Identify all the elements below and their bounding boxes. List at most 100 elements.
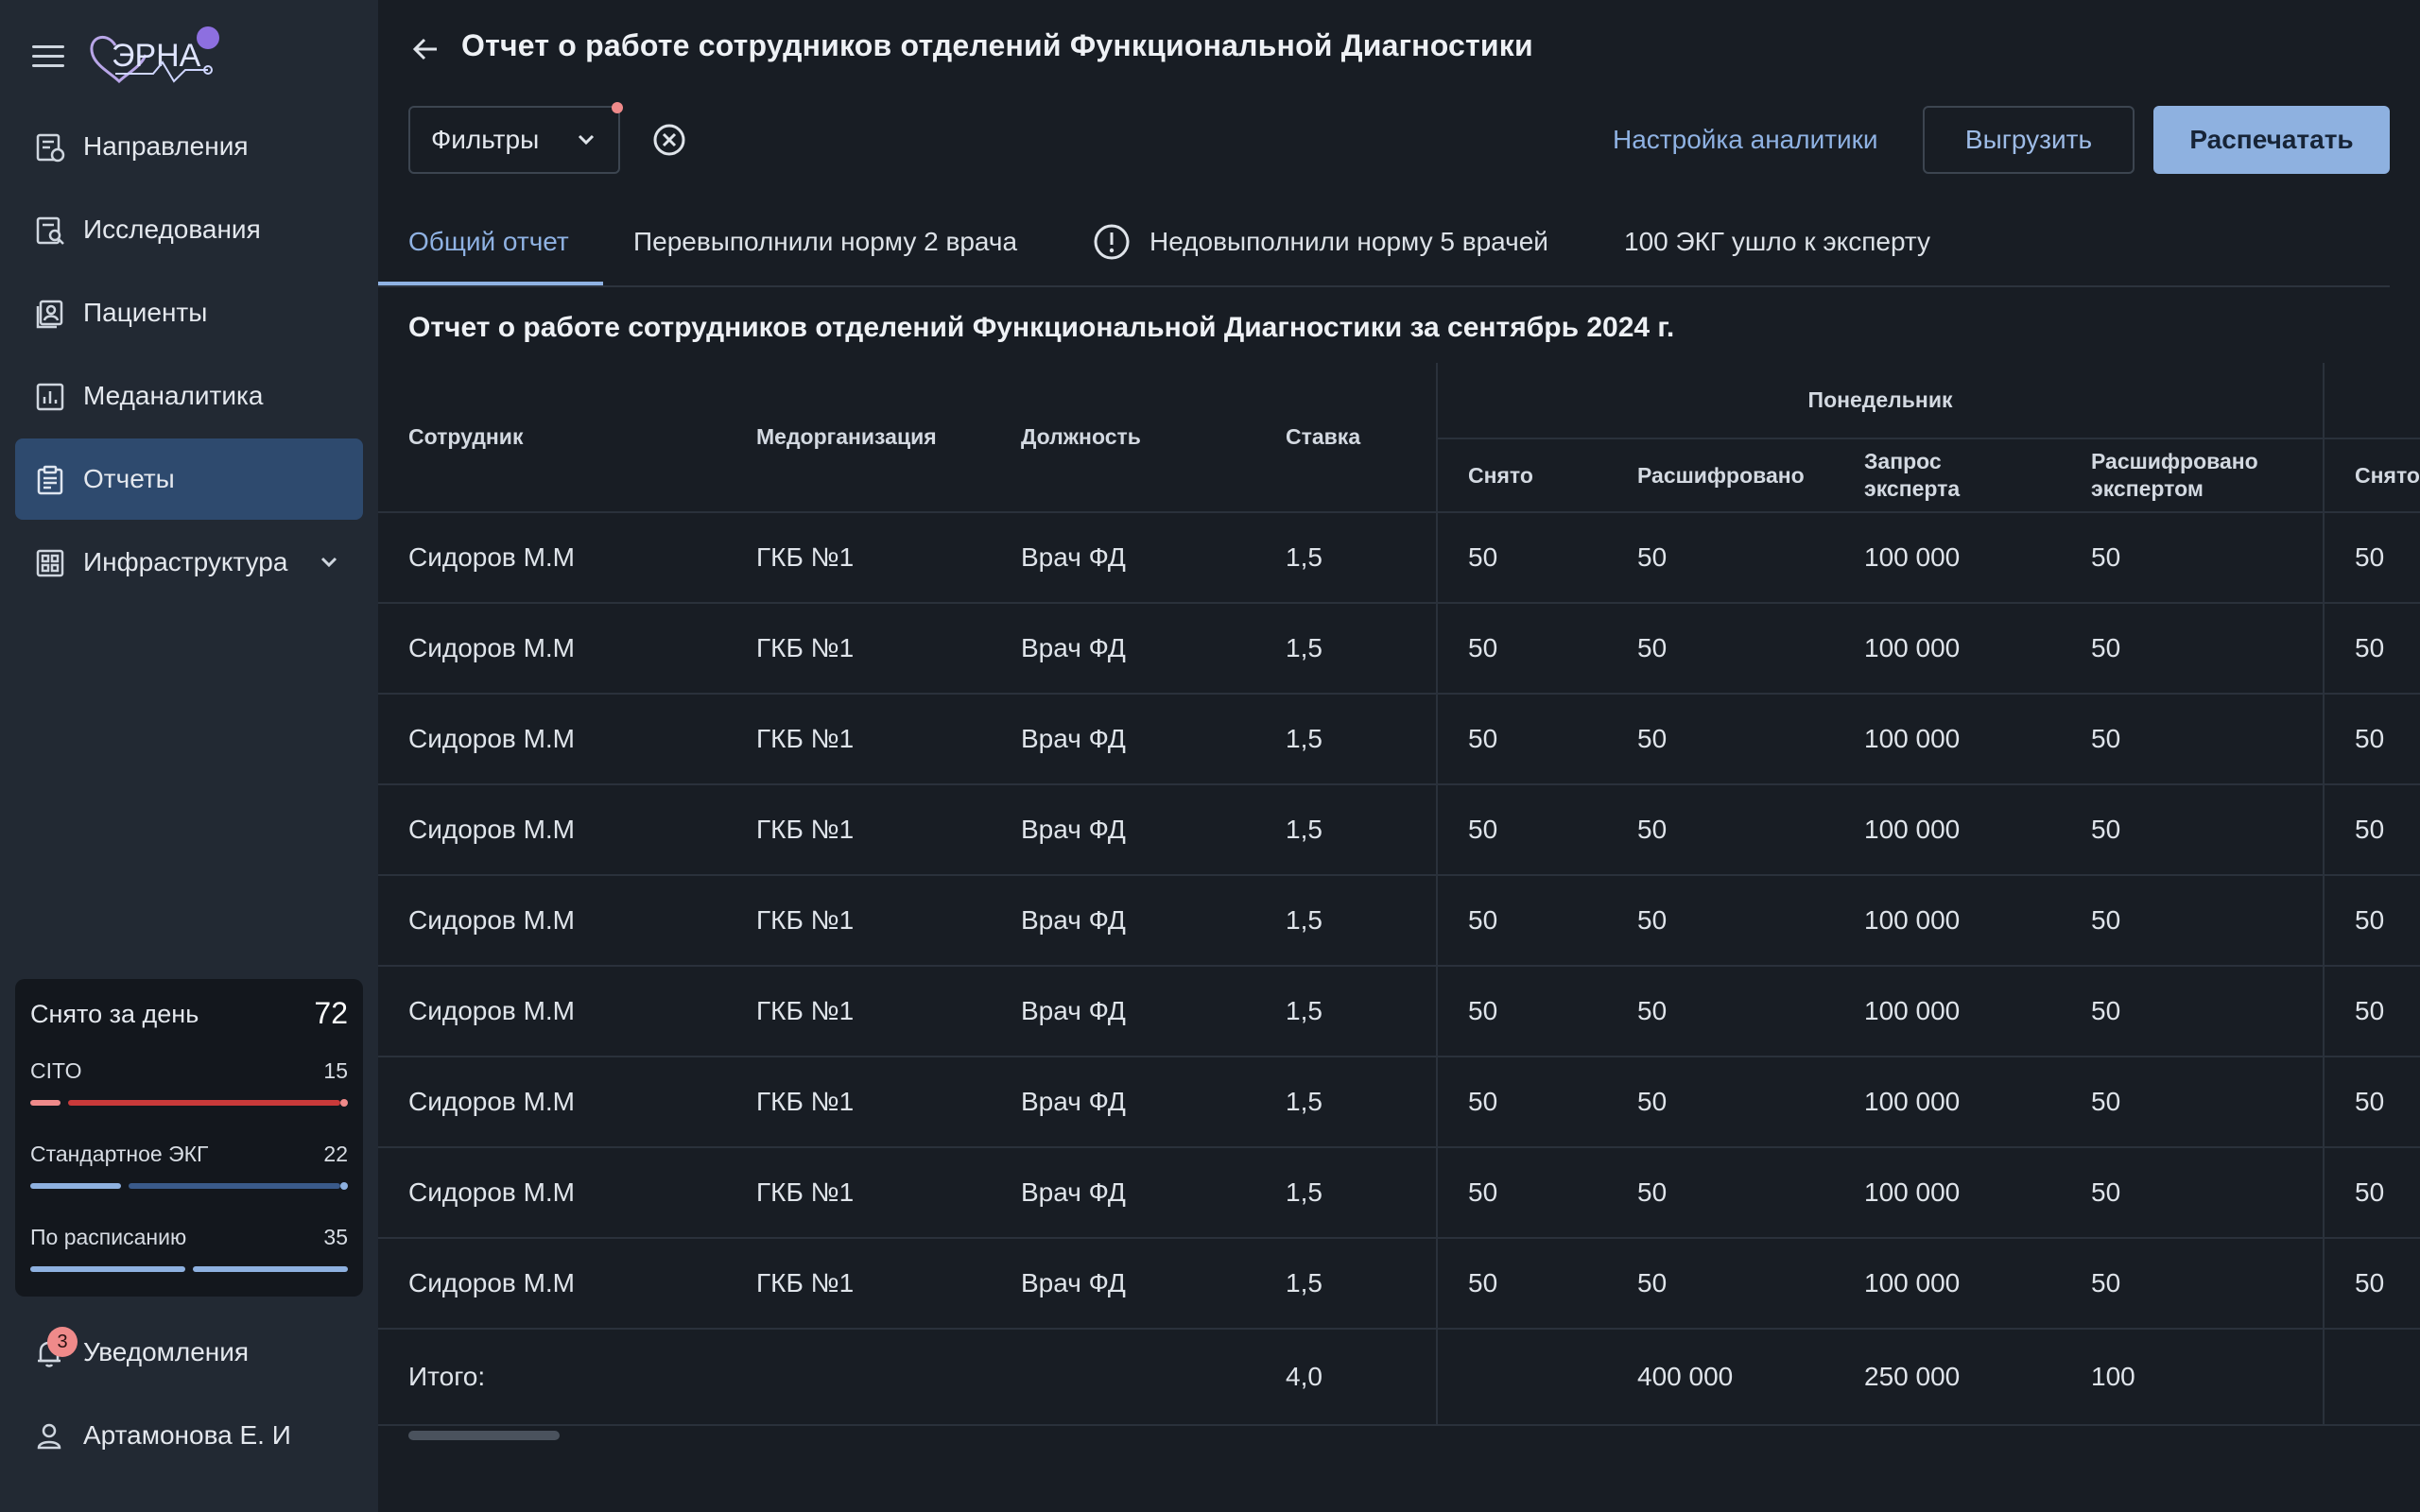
page-title: Отчет о работе сотрудников отделений Фун… <box>461 28 1533 62</box>
user-profile-item[interactable]: Артамонова Е. И <box>15 1402 363 1469</box>
col-header-decoded-by-expert[interactable]: Расшифровано экспертом <box>2080 438 2325 512</box>
logo[interactable]: ЭРНА <box>87 25 229 87</box>
col-header-expert-request[interactable]: Запрос эксперта <box>1853 438 2080 512</box>
cell-decoded-by-expert: 50 <box>2080 1237 2325 1329</box>
cell-position: Врач ФД <box>1021 874 1286 966</box>
sidebar-item-referrals[interactable]: Направления <box>15 106 363 187</box>
col-header-taken-next[interactable]: Снято <box>2324 438 2420 512</box>
cell-taken: 50 <box>1437 1237 1626 1329</box>
notification-badge: 3 <box>47 1327 78 1357</box>
stat-row-scheduled: По расписанию 35 <box>30 1225 348 1291</box>
sidebar-item-research[interactable]: Исследования <box>15 189 363 270</box>
cell-decoded: 50 <box>1626 511 1853 603</box>
filters-active-indicator <box>612 102 623 113</box>
tab-sent-to-expert[interactable]: 100 ЭКГ ушло к эксперту <box>1624 208 1930 287</box>
cell-position: Врач ФД <box>1021 511 1286 603</box>
stat-bar-rest <box>193 1266 348 1272</box>
filters-dropdown[interactable]: Фильтры <box>408 106 620 174</box>
cell-expert-request: 100 000 <box>1853 874 2080 966</box>
total-cell-org <box>756 1328 1021 1426</box>
table-row[interactable]: Сидоров М.М ГКБ №1 Врач ФД 1,5 50 50 100 000 50… <box>378 693 2420 784</box>
cell-expert-request: 100 000 <box>1853 1056 2080 1147</box>
cell-decoded: 50 <box>1626 874 1853 966</box>
cell-decoded-by-expert: 50 <box>2080 511 2325 603</box>
back-arrow-icon[interactable] <box>408 32 442 66</box>
sidebar-item-patients[interactable]: Пациенты <box>15 272 363 353</box>
col-group-next <box>2324 363 2420 438</box>
chevron-down-icon[interactable] <box>316 549 342 576</box>
cell-taken-next: 50 <box>2324 693 2420 784</box>
table-row[interactable]: Сидоров М.М ГКБ №1 Врач ФД 1,5 50 50 100 000 50… <box>378 783 2420 875</box>
cell-rate: 1,5 <box>1286 511 1438 603</box>
stat-bar-done <box>30 1100 60 1106</box>
cell-employee: Сидоров М.М <box>378 1237 756 1329</box>
tab-general-report[interactable]: Общий отчет <box>408 208 569 287</box>
stat-bar-rest <box>129 1183 340 1189</box>
cell-rate: 1,5 <box>1286 1146 1438 1238</box>
cell-taken-next: 50 <box>2324 874 2420 966</box>
analytics-settings-button[interactable]: Настройка аналитики <box>1613 106 1878 174</box>
cell-taken-next: 50 <box>2324 1237 2420 1329</box>
cell-decoded: 50 <box>1626 1237 1853 1329</box>
cell-taken-next: 50 <box>2324 783 2420 875</box>
table-row[interactable]: Сидоров М.М ГКБ №1 Врач ФД 1,5 50 50 100 000 50… <box>378 965 2420 1057</box>
cell-taken: 50 <box>1437 783 1626 875</box>
sidebar-item-label: Направления <box>83 131 249 161</box>
tab-exceeded-norm[interactable]: Перевыполнили норму 2 врача <box>633 208 1017 287</box>
col-header-decoded[interactable]: Расшифровано <box>1626 438 1853 512</box>
table-row[interactable]: Сидоров М.М ГКБ №1 Врач ФД 1,5 50 50 100 000 50… <box>378 511 2420 603</box>
sidebar-item-reports[interactable]: Отчеты <box>15 438 363 520</box>
filters-label: Фильтры <box>431 125 540 154</box>
stat-value: 35 <box>323 1225 348 1249</box>
report-table-container[interactable]: Сотрудник Медорганизация Должность Ставк… <box>378 363 2420 1431</box>
total-cell-employee: Итого: <box>378 1328 756 1426</box>
col-header-rate[interactable]: Ставка <box>1286 363 1438 512</box>
cell-taken-next: 50 <box>2324 965 2420 1057</box>
sidebar-item-infrastructure[interactable]: Инфраструктура <box>15 522 363 603</box>
cell-taken: 50 <box>1437 1056 1626 1147</box>
cell-org: ГКБ №1 <box>756 1237 1021 1329</box>
sidebar-item-analytics[interactable]: Меданалитика <box>15 355 363 437</box>
sidebar-item-label: Инфраструктура <box>83 547 288 576</box>
cell-rate: 1,5 <box>1286 965 1438 1057</box>
table-row[interactable]: Сидоров М.М ГКБ №1 Врач ФД 1,5 50 50 100 000 50… <box>378 874 2420 966</box>
stat-label: По расписанию <box>30 1225 187 1249</box>
total-cell-decoded: 400 000 <box>1626 1328 1853 1426</box>
cell-taken: 50 <box>1437 1146 1626 1238</box>
clear-filters-icon[interactable] <box>650 121 688 159</box>
total-cell-position <box>1021 1328 1286 1426</box>
cell-taken: 50 <box>1437 693 1626 784</box>
reports-icon <box>37 465 63 495</box>
cell-taken: 50 <box>1437 511 1626 603</box>
cell-expert-request: 100 000 <box>1853 511 2080 603</box>
cell-decoded: 50 <box>1626 1056 1853 1147</box>
col-header-employee[interactable]: Сотрудник <box>378 363 756 512</box>
user-name: Артамонова Е. И <box>83 1420 291 1450</box>
cell-taken: 50 <box>1437 965 1626 1057</box>
table-row[interactable]: Сидоров М.М ГКБ №1 Врач ФД 1,5 50 50 100 000 50… <box>378 602 2420 694</box>
report-table: Сотрудник Медорганизация Должность Ставк… <box>378 363 2420 1426</box>
stat-bar-end <box>340 1099 348 1107</box>
horizontal-scrollbar[interactable] <box>408 1431 560 1440</box>
report-title: Отчет о работе сотрудников отделений Фун… <box>408 312 1675 343</box>
cell-decoded: 50 <box>1626 602 1853 694</box>
print-button[interactable]: Распечатать <box>2153 106 2390 174</box>
stats-total: 72 <box>314 996 348 1030</box>
col-header-org[interactable]: Медорганизация <box>756 363 1021 512</box>
col-header-position[interactable]: Должность <box>1021 363 1286 512</box>
table-row[interactable]: Сидоров М.М ГКБ №1 Врач ФД 1,5 50 50 100 000 50… <box>378 1237 2420 1329</box>
export-button[interactable]: Выгрузить <box>1923 106 2135 174</box>
table-row[interactable]: Сидоров М.М ГКБ №1 Врач ФД 1,5 50 50 100 000 50… <box>378 1056 2420 1147</box>
table-row[interactable]: Сидоров М.М ГКБ №1 Врач ФД 1,5 50 50 100 000 50… <box>378 1146 2420 1238</box>
cell-position: Врач ФД <box>1021 783 1286 875</box>
research-icon <box>36 216 64 245</box>
col-header-taken[interactable]: Снято <box>1437 438 1626 512</box>
cell-decoded-by-expert: 50 <box>2080 965 2325 1057</box>
stat-bar-done <box>30 1183 121 1189</box>
notifications-item[interactable]: 3 Уведомления <box>15 1319 363 1385</box>
menu-icon[interactable] <box>32 43 64 70</box>
cell-position: Врач ФД <box>1021 1146 1286 1238</box>
stat-value: 22 <box>323 1142 348 1166</box>
cell-rate: 1,5 <box>1286 874 1438 966</box>
tab-below-norm[interactable]: Недовыполнили норму 5 врачей <box>1150 208 1548 287</box>
